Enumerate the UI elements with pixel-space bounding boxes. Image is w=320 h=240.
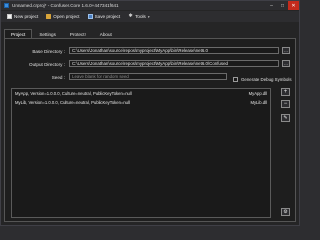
project-panel: Base Directory : C:\Users\Jonathan\sourc… bbox=[4, 38, 296, 222]
folder-open-icon bbox=[46, 14, 52, 19]
open-project-label: Open project bbox=[53, 14, 80, 19]
toolbar: New project Open project Save project ✱ … bbox=[1, 11, 299, 22]
module-name: MyLib, Version=1.0.0.0, Culture=neutral,… bbox=[15, 100, 130, 105]
tools-label: Tools bbox=[135, 14, 146, 19]
save-project-button[interactable]: Save project bbox=[85, 12, 124, 21]
output-directory-field[interactable]: C:\Users\Jonathan\source\repos\myproject… bbox=[69, 60, 279, 67]
base-directory-field[interactable]: C:\Users\Jonathan\source\repos\myproject… bbox=[69, 47, 279, 54]
tab-about[interactable]: About bbox=[93, 29, 119, 38]
generate-debug-symbols-option[interactable]: Generate Debug Symbols bbox=[233, 77, 292, 82]
maximize-button[interactable]: □ bbox=[277, 1, 288, 10]
seed-input[interactable]: Leave blank for random seed bbox=[69, 73, 227, 80]
gear-icon: ⚙ bbox=[283, 209, 288, 215]
close-button[interactable]: ✕ bbox=[288, 1, 299, 10]
seed-label: Seed : bbox=[51, 75, 65, 80]
window-title: Unnamed.crproj* - Confuser.Core 1.6.0+44… bbox=[12, 3, 119, 8]
pencil-icon: ✎ bbox=[283, 115, 288, 121]
output-directory-browse-button[interactable]: ... bbox=[282, 60, 290, 67]
base-directory-browse-button[interactable]: ... bbox=[282, 47, 290, 54]
plus-icon: + bbox=[283, 89, 288, 95]
remove-module-button[interactable]: − bbox=[281, 100, 290, 108]
save-icon bbox=[87, 14, 93, 19]
minus-icon: − bbox=[283, 101, 288, 107]
main-window: Unnamed.crproj* - Confuser.Core 1.6.0+44… bbox=[0, 0, 300, 226]
minimize-button[interactable]: – bbox=[266, 1, 277, 10]
new-project-label: New project bbox=[14, 14, 39, 19]
tools-icon: ✱ bbox=[128, 13, 133, 19]
tab-strip: Project Settings Protect! About bbox=[4, 29, 119, 38]
module-name: MyApp, Version=1.0.0.0, Culture=neutral,… bbox=[15, 91, 132, 96]
output-directory-label: Output Directory : bbox=[29, 62, 65, 67]
generate-debug-symbols-label: Generate Debug Symbols bbox=[241, 77, 292, 82]
new-project-button[interactable]: New project bbox=[4, 12, 41, 21]
title-bar: Unnamed.crproj* - Confuser.Core 1.6.0+44… bbox=[1, 1, 299, 10]
chevron-down-icon: ▾ bbox=[147, 14, 150, 19]
tools-menu-button[interactable]: ✱ Tools ▾ bbox=[125, 12, 153, 21]
tab-project[interactable]: Project bbox=[4, 29, 33, 38]
list-item[interactable]: MyLib, Version=1.0.0.0, Culture=neutral,… bbox=[12, 98, 270, 107]
add-module-button[interactable]: + bbox=[281, 88, 290, 96]
tab-protect[interactable]: Protect! bbox=[63, 29, 93, 38]
open-project-button[interactable]: Open project bbox=[43, 12, 82, 21]
new-file-icon bbox=[7, 14, 12, 19]
save-project-label: Save project bbox=[94, 14, 121, 19]
module-file: MyLib.dll bbox=[250, 100, 267, 105]
edit-module-button[interactable]: ✎ bbox=[281, 114, 290, 122]
module-list[interactable]: MyApp, Version=1.0.0.0, Culture=neutral,… bbox=[11, 88, 271, 218]
app-icon bbox=[4, 3, 9, 8]
tab-settings[interactable]: Settings bbox=[32, 29, 63, 38]
window-controls: – □ ✕ bbox=[266, 1, 299, 10]
module-file: MyApp.dll bbox=[248, 91, 267, 96]
base-directory-label: Base Directory : bbox=[32, 49, 65, 54]
generate-debug-symbols-checkbox[interactable] bbox=[233, 77, 238, 82]
advanced-module-button[interactable]: ⚙ bbox=[281, 208, 290, 216]
list-item[interactable]: MyApp, Version=1.0.0.0, Culture=neutral,… bbox=[12, 89, 270, 98]
